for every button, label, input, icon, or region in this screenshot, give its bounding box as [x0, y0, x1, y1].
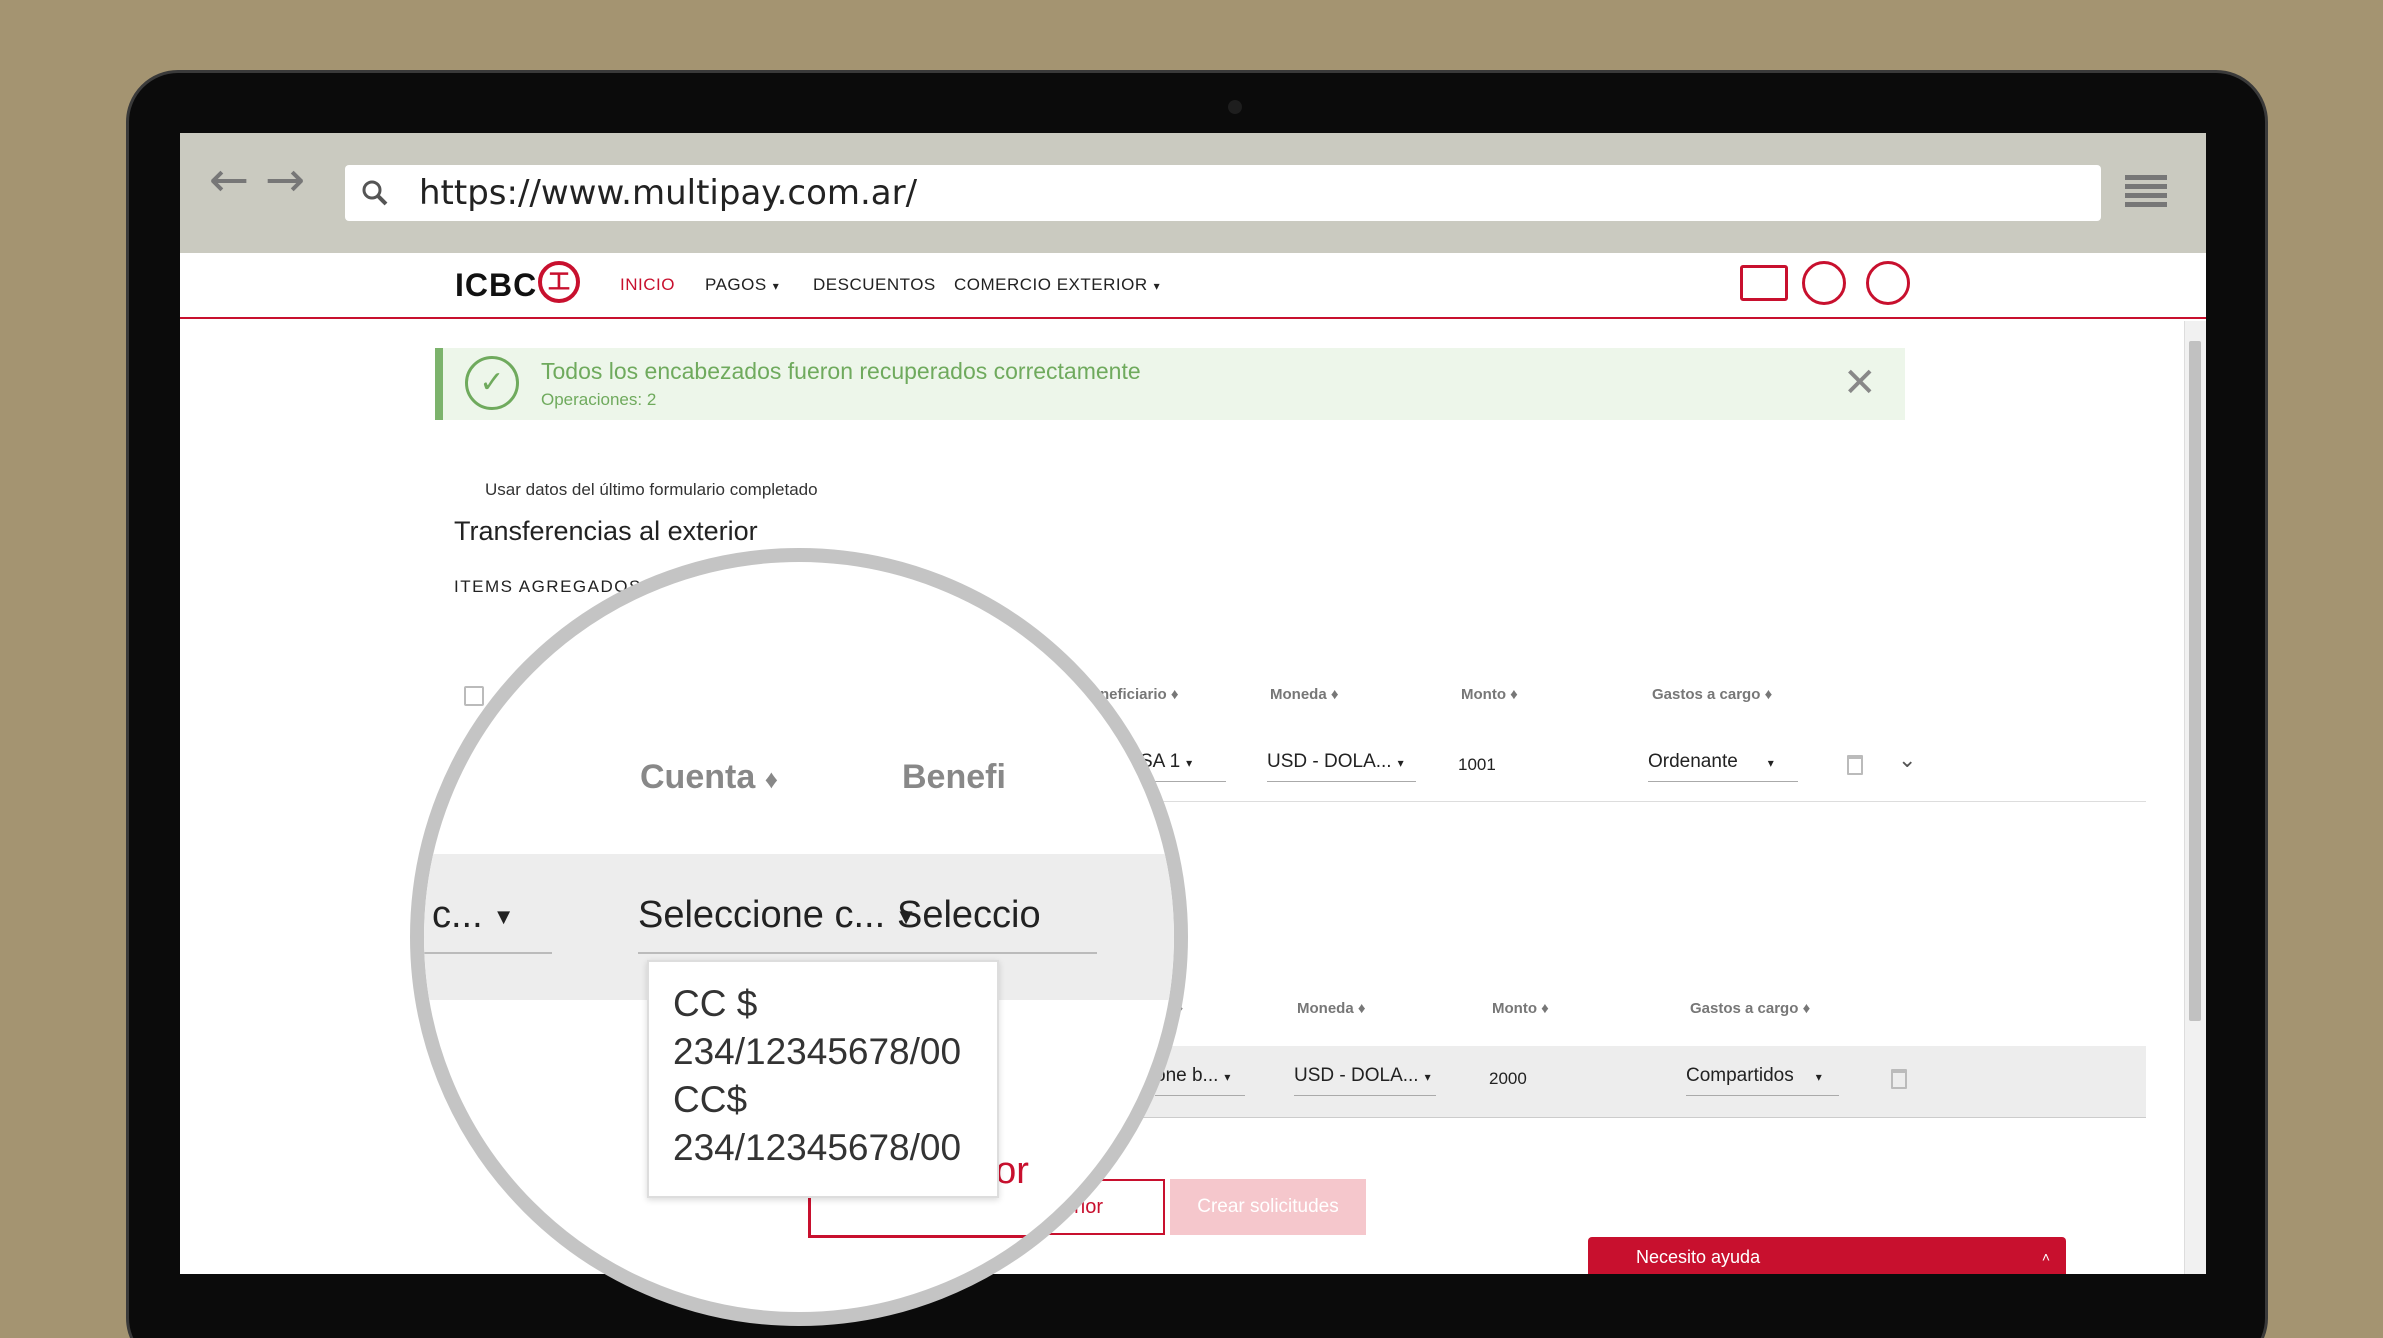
header-gastos[interactable]: Gastos a cargo ♦ [1652, 686, 1772, 703]
chevron-down-icon: ▾ [1186, 756, 1193, 770]
scrollbar[interactable] [2184, 321, 2206, 1274]
cuenta-dropdown: CC $ 234/12345678/00 CC$ 234/12345678/00 [647, 960, 999, 1198]
chevron-down-icon: ▾ [772, 279, 780, 293]
close-icon[interactable]: ✕ [1843, 360, 1877, 406]
alert-title: Todos los encabezados fueron recuperados… [541, 358, 1141, 384]
chevron-down-icon: ▾ [1424, 1070, 1431, 1084]
chevron-down-icon: ▼ [492, 903, 515, 929]
header-gastos-2[interactable]: Gastos a cargo ♦ [1690, 1000, 1810, 1017]
moneda-select-2[interactable]: USD - DOLA... ▾ [1294, 1065, 1436, 1096]
help-bar[interactable]: Necesito ayuda ˄ [1588, 1237, 2066, 1274]
header-moneda-2[interactable]: Moneda ♦ [1297, 1000, 1366, 1017]
header-monto[interactable]: Monto ♦ [1461, 686, 1518, 703]
book-icon[interactable] [1740, 265, 1788, 301]
camera [1228, 100, 1242, 114]
gastos-select-2[interactable]: Compartidos ▾ [1686, 1065, 1839, 1096]
search-icon [362, 180, 388, 206]
menu-icon[interactable] [2125, 175, 2167, 213]
magnified-content: Cuenta ♦ Benefi c... ▼ Seleccione c... ▼ S… [424, 562, 1174, 1312]
app-navbar: ICBC 工 INICIO PAGOS ▾ DESCUENTOS COMERCIO… [180, 253, 2206, 319]
nav-comercio-exterior[interactable]: COMERCIO EXTERIOR ▾ [954, 275, 1160, 295]
sort-icon: ♦ [1357, 1000, 1366, 1017]
chevron-down-icon: ▾ [1153, 279, 1161, 293]
mag-underline [897, 952, 1097, 954]
mag-header-beneficiario[interactable]: Benefi [902, 758, 1006, 797]
sort-icon: ♦ [764, 764, 778, 794]
mag-cuenta-select[interactable]: Seleccione c... ▼ [638, 894, 917, 937]
nav-pagos[interactable]: PAGOS ▾ [705, 275, 779, 295]
sort-icon: ♦ [1541, 1000, 1549, 1017]
monto-value[interactable]: 1001 [1458, 755, 1496, 775]
chevron-down-icon: ▾ [1767, 756, 1774, 770]
moneda-select[interactable]: USD - DOLA... ▾ [1267, 751, 1416, 782]
back-arrow-icon[interactable]: ← [204, 155, 254, 205]
scrollbar-thumb[interactable] [2189, 341, 2201, 1021]
nav-inicio[interactable]: INICIO [620, 275, 675, 295]
trash-icon[interactable] [1847, 755, 1863, 775]
header-monto-2[interactable]: Monto ♦ [1492, 1000, 1549, 1017]
crear-solicitudes-button[interactable]: Crear solicitudes [1170, 1179, 1366, 1235]
nav-descuentos[interactable]: DESCUENTOS [813, 275, 936, 295]
mag-beneficiario-select[interactable]: Seleccio [897, 894, 1041, 937]
success-alert: ✓ Todos los encabezados fueron recuperad… [435, 348, 1905, 420]
use-last-form-label[interactable]: Usar datos del último formulario complet… [485, 480, 818, 500]
url-text: https://www.multipay.com.ar/ [419, 173, 918, 213]
forward-arrow-icon[interactable]: → [260, 155, 310, 205]
check-circle-icon: ✓ [465, 356, 519, 410]
chevron-down-icon: ▾ [1815, 1070, 1822, 1084]
mag-underline [424, 952, 552, 954]
bell-icon[interactable] [1802, 261, 1846, 305]
dropdown-option[interactable]: CC $ 234/12345678/00 [673, 980, 973, 1076]
row-divider [1080, 801, 2146, 802]
sort-icon: ♦ [1330, 686, 1339, 703]
user-avatar-icon[interactable] [1866, 261, 1910, 305]
chevron-down-icon: ▾ [1224, 1070, 1231, 1084]
icbc-logo[interactable]: ICBC [455, 267, 537, 304]
alert-subtitle: Operaciones: 2 [541, 390, 657, 409]
monto-value-2[interactable]: 2000 [1489, 1069, 1527, 1089]
chevron-down-icon: ▾ [1397, 756, 1404, 770]
browser-toolbar: ← → https://www.multipay.com.ar/ [180, 133, 2206, 253]
page-title: Transferencias al exterior [454, 516, 758, 546]
sort-icon: ♦ [1510, 686, 1518, 703]
trash-icon[interactable] [1891, 1069, 1907, 1089]
mag-cell-left[interactable]: c... ▼ [424, 894, 514, 937]
gastos-select[interactable]: Ordenante ▾ [1648, 751, 1798, 782]
header-moneda[interactable]: Moneda ♦ [1270, 686, 1339, 703]
sort-icon: ♦ [1764, 686, 1773, 703]
sort-icon: ♦ [1802, 1000, 1811, 1017]
expand-chevron-icon[interactable]: ⌄ [1898, 747, 1916, 773]
magnifier-lens: Cuenta ♦ Benefi c... ▼ Seleccione c... ▼ S… [410, 548, 1188, 1326]
icbc-logo-mark-icon: 工 [538, 261, 580, 303]
chevron-up-icon: ˄ [2041, 1249, 2050, 1265]
address-bar[interactable]: https://www.multipay.com.ar/ [345, 165, 2101, 221]
dropdown-option[interactable]: CC$ 234/12345678/00 [673, 1076, 973, 1172]
mag-header-cuenta[interactable]: Cuenta ♦ [640, 758, 778, 797]
